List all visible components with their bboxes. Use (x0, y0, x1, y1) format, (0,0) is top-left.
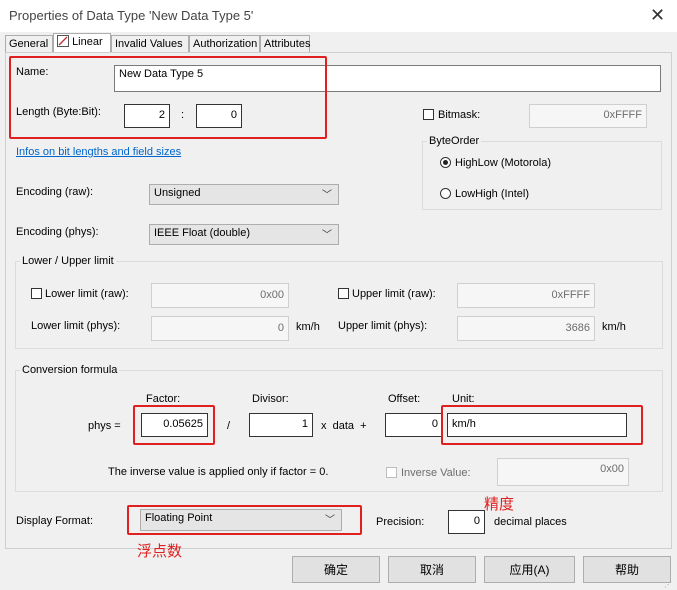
upper-phys-input[interactable]: 3686 (457, 316, 595, 341)
encoding-raw-select[interactable]: Unsigned ﹀ (149, 184, 339, 205)
precision-label: Precision: (376, 516, 425, 528)
annotation-precision-text: 精度 (484, 495, 515, 513)
apply-button[interactable]: 应用(A) (484, 556, 575, 583)
divide-sign: / (227, 420, 231, 432)
lower-phys-unit: km/h (296, 321, 320, 333)
tab-invalid-values[interactable]: Invalid Values (111, 35, 189, 52)
upper-phys-label: Upper limit (phys): (338, 320, 428, 332)
help-button[interactable]: 帮助 (583, 556, 671, 583)
highlow-label: HighLow (Motorola) (455, 157, 551, 169)
divisor-label: Divisor: (252, 393, 289, 405)
radio-highlow[interactable] (440, 157, 451, 168)
encoding-phys-label: Encoding (phys): (16, 226, 99, 238)
annotation-factor-box (133, 405, 215, 445)
encoding-raw-value: Unsigned (154, 187, 201, 199)
encoding-raw-label: Encoding (raw): (16, 186, 94, 198)
lower-phys-label: Lower limit (phys): (31, 320, 121, 332)
byteorder-title: ByteOrder (427, 135, 482, 147)
lower-phys-input[interactable]: 0 (151, 316, 289, 341)
tab-authorization[interactable]: Authorization (189, 35, 260, 52)
times-data-label: x data + (321, 420, 367, 432)
conversion-title: Conversion formula (20, 364, 120, 376)
limits-title: Lower / Upper limit (20, 255, 116, 267)
decimal-places-label: decimal places (494, 516, 567, 528)
linear-chart-icon (57, 35, 69, 47)
precision-input[interactable]: 0 (448, 510, 485, 534)
bitmask-checkbox[interactable] (423, 109, 434, 120)
window-title: Properties of Data Type 'New Data Type 5… (9, 8, 254, 23)
encoding-phys-select[interactable]: IEEE Float (double) ﹀ (149, 224, 339, 245)
tab-attributes[interactable]: Attributes (260, 35, 310, 52)
offset-label: Offset: (388, 393, 421, 405)
unit-label: Unit: (452, 393, 475, 405)
cancel-button[interactable]: 取消 (388, 556, 476, 583)
annotation-name-length-box (9, 56, 327, 139)
bitmask-input[interactable]: 0xFFFF (529, 104, 647, 128)
bitmask-label: Bitmask: (438, 109, 481, 121)
ok-button[interactable]: 确定 (292, 556, 380, 583)
display-format-label: Display Format: (16, 515, 94, 527)
close-icon[interactable]: ✕ (650, 5, 665, 26)
factor-label: Factor: (146, 393, 181, 405)
divisor-input[interactable]: 1 (249, 413, 313, 437)
tab-linear[interactable]: Linear (53, 33, 111, 53)
info-bit-lengths-link[interactable]: Infos on bit lengths and field sizes (16, 146, 181, 158)
inverse-label: Inverse Value: (401, 467, 471, 479)
lower-raw-label: Lower limit (raw): (45, 288, 129, 300)
encoding-phys-value: IEEE Float (double) (154, 227, 250, 239)
upper-raw-label: Upper limit (raw): (352, 288, 436, 300)
lower-raw-checkbox[interactable] (31, 288, 42, 299)
tab-strip: General Linear Invalid Values Authorizat… (5, 33, 405, 53)
inverse-checkbox[interactable] (386, 467, 397, 478)
annotation-float-text: 浮点数 (137, 542, 183, 560)
chevron-down-icon: ﹀ (322, 230, 332, 241)
chevron-down-icon: ﹀ (322, 190, 332, 201)
upper-raw-checkbox[interactable] (338, 288, 349, 299)
inverse-note: The inverse value is applied only if fac… (108, 466, 329, 478)
annotation-display-format-box (127, 505, 362, 535)
inverse-input[interactable]: 0x00 (497, 458, 629, 486)
radio-lowhigh[interactable] (440, 188, 451, 199)
annotation-unit-box (441, 405, 643, 445)
lowhigh-label: LowHigh (Intel) (455, 188, 529, 200)
upper-phys-unit: km/h (602, 321, 626, 333)
tab-general[interactable]: General (5, 35, 53, 52)
offset-input[interactable]: 0 (385, 413, 443, 437)
lower-raw-input[interactable]: 0x00 (151, 283, 289, 308)
upper-raw-input[interactable]: 0xFFFF (457, 283, 595, 308)
phys-label: phys = (88, 420, 121, 432)
resize-grip-icon[interactable]: ⋰ (664, 580, 672, 589)
